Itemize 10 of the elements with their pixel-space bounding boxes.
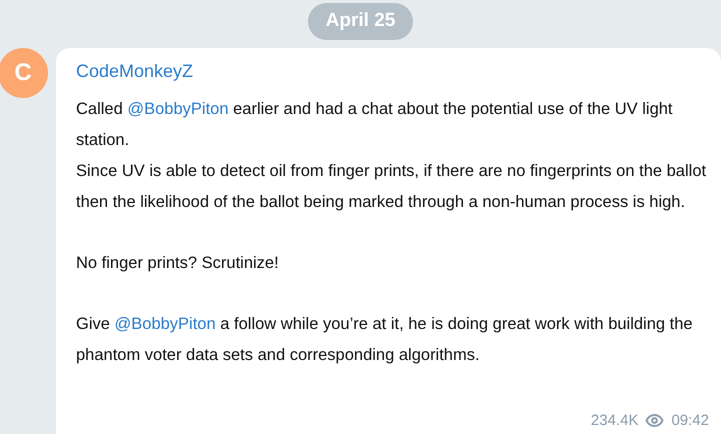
mention-link[interactable]: @BobbyPiton <box>114 315 216 333</box>
message-text: No finger prints? Scrutinize! <box>76 253 280 274</box>
view-count: 234.4K <box>590 410 638 430</box>
message-text: Called @BobbyPiton earlier and had a chat about the potential use of the UV light station. <box>76 99 674 151</box>
message-text: Since UV is able to detect oil from finger prints, if there are no fingerprints on the ballot then the likelihood of the ballot being marked through a non-human process is high. <box>76 161 708 213</box>
date-badge: April 25 <box>308 3 414 40</box>
mention-link[interactable]: @BobbyPiton <box>127 100 229 118</box>
message-time: 09:42 <box>671 410 709 430</box>
message-text: Give @BobbyPiton a follow while you’re at it, he is doing great work with building the phantom voter data sets and corresponding algorithms. <box>76 314 694 366</box>
author-name[interactable]: CodeMonkeyZ <box>76 58 194 84</box>
